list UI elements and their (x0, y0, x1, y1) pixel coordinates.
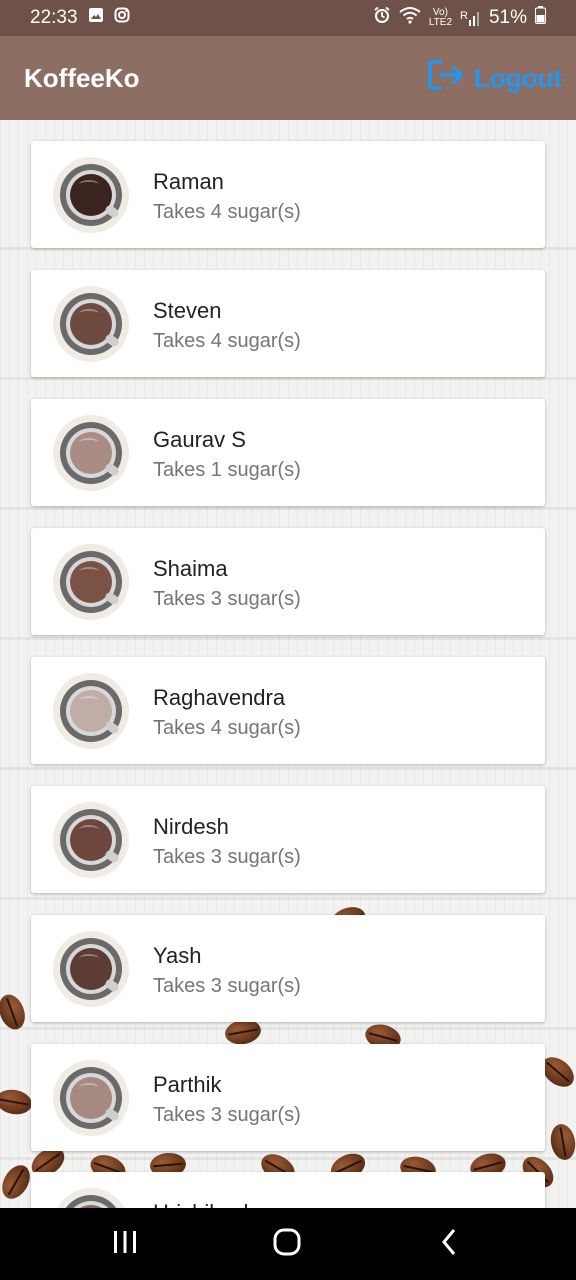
wifi-icon (399, 6, 421, 30)
sugar-count: Takes 1 sugar(s) (153, 459, 301, 481)
sugar-count: Takes 4 sugar(s) (153, 201, 301, 223)
user-name: Nirdesh (153, 814, 229, 839)
recents-icon (112, 1230, 138, 1259)
home-button[interactable] (242, 1208, 332, 1280)
signal-icon: R (460, 10, 481, 26)
user-card[interactable]: Gaurav S Takes 1 sugar(s) (31, 399, 545, 506)
user-name: Parthik (153, 1072, 222, 1097)
coffee-cup-icon (53, 1188, 129, 1208)
sugar-count: Takes 3 sugar(s) (153, 588, 301, 610)
network-type: Vo) LTE2 (429, 8, 452, 28)
coffee-cup-icon (53, 931, 129, 1007)
back-button[interactable] (404, 1208, 494, 1280)
sugar-count: Takes 3 sugar(s) (153, 975, 301, 997)
coffee-cup-icon (53, 673, 129, 749)
instagram-icon (114, 7, 130, 29)
sugar-count: Takes 4 sugar(s) (153, 330, 301, 352)
logout-icon (428, 59, 464, 98)
coffee-cup-icon (53, 157, 129, 233)
sugar-count: Takes 3 sugar(s) (153, 1104, 301, 1126)
image-icon (88, 7, 104, 29)
coffee-cup-icon (53, 802, 129, 878)
coffee-cup-icon (53, 544, 129, 620)
user-card-partial[interactable]: Hrishikesh (31, 1172, 545, 1208)
user-name: Shaima (153, 556, 228, 581)
user-card[interactable]: Raghavendra Takes 4 sugar(s) (31, 657, 545, 764)
alarm-icon (373, 6, 391, 30)
coffee-bean-decoration (0, 1087, 34, 1117)
user-card[interactable]: Shaima Takes 3 sugar(s) (31, 528, 545, 635)
user-card[interactable]: Raman Takes 4 sugar(s) (31, 141, 545, 248)
status-bar: 22:33 Vo) LTE2 R 51% (0, 0, 576, 36)
user-card[interactable]: Parthik Takes 3 sugar(s) (31, 1044, 545, 1151)
coffee-bean-decoration (0, 990, 30, 1034)
system-nav-bar (0, 1208, 576, 1280)
coffee-bean-decoration (548, 1122, 576, 1162)
coffee-cup-icon (53, 286, 129, 362)
sugar-count: Takes 3 sugar(s) (153, 846, 301, 868)
app-bar: KoffeeKo Logout (0, 36, 576, 120)
home-icon (273, 1228, 301, 1261)
user-card[interactable]: Steven Takes 4 sugar(s) (31, 270, 545, 377)
logout-label: Logout (473, 62, 562, 93)
signal-label: R (460, 10, 468, 22)
logout-button[interactable]: Logout (428, 59, 562, 98)
user-card[interactable]: Yash Takes 3 sugar(s) (31, 915, 545, 1022)
battery-icon (535, 6, 546, 30)
user-card[interactable]: Nirdesh Takes 3 sugar(s) (31, 786, 545, 893)
user-name: Raman (153, 169, 224, 194)
sugar-count: Takes 4 sugar(s) (153, 717, 301, 739)
recents-button[interactable] (80, 1208, 170, 1280)
user-name: Steven (153, 298, 222, 323)
user-name: Gaurav S (153, 427, 246, 452)
battery-percent: 51% (488, 7, 527, 28)
coffee-cup-icon (53, 1060, 129, 1136)
user-name: Hrishikesh (153, 1200, 256, 1208)
user-name: Raghavendra (153, 685, 286, 710)
user-name: Yash (153, 943, 202, 968)
back-icon (440, 1228, 458, 1261)
user-list[interactable]: Raman Takes 4 sugar(s) Steven Takes 4 sugar… (0, 120, 576, 1208)
status-time: 22:33 (30, 7, 78, 28)
app-title: KoffeeKo (24, 62, 140, 93)
network-bottom-label: LTE2 (428, 17, 453, 28)
coffee-cup-icon (53, 415, 129, 491)
status-left: 22:33 (30, 7, 130, 29)
status-right: Vo) LTE2 R 51% (373, 6, 546, 30)
